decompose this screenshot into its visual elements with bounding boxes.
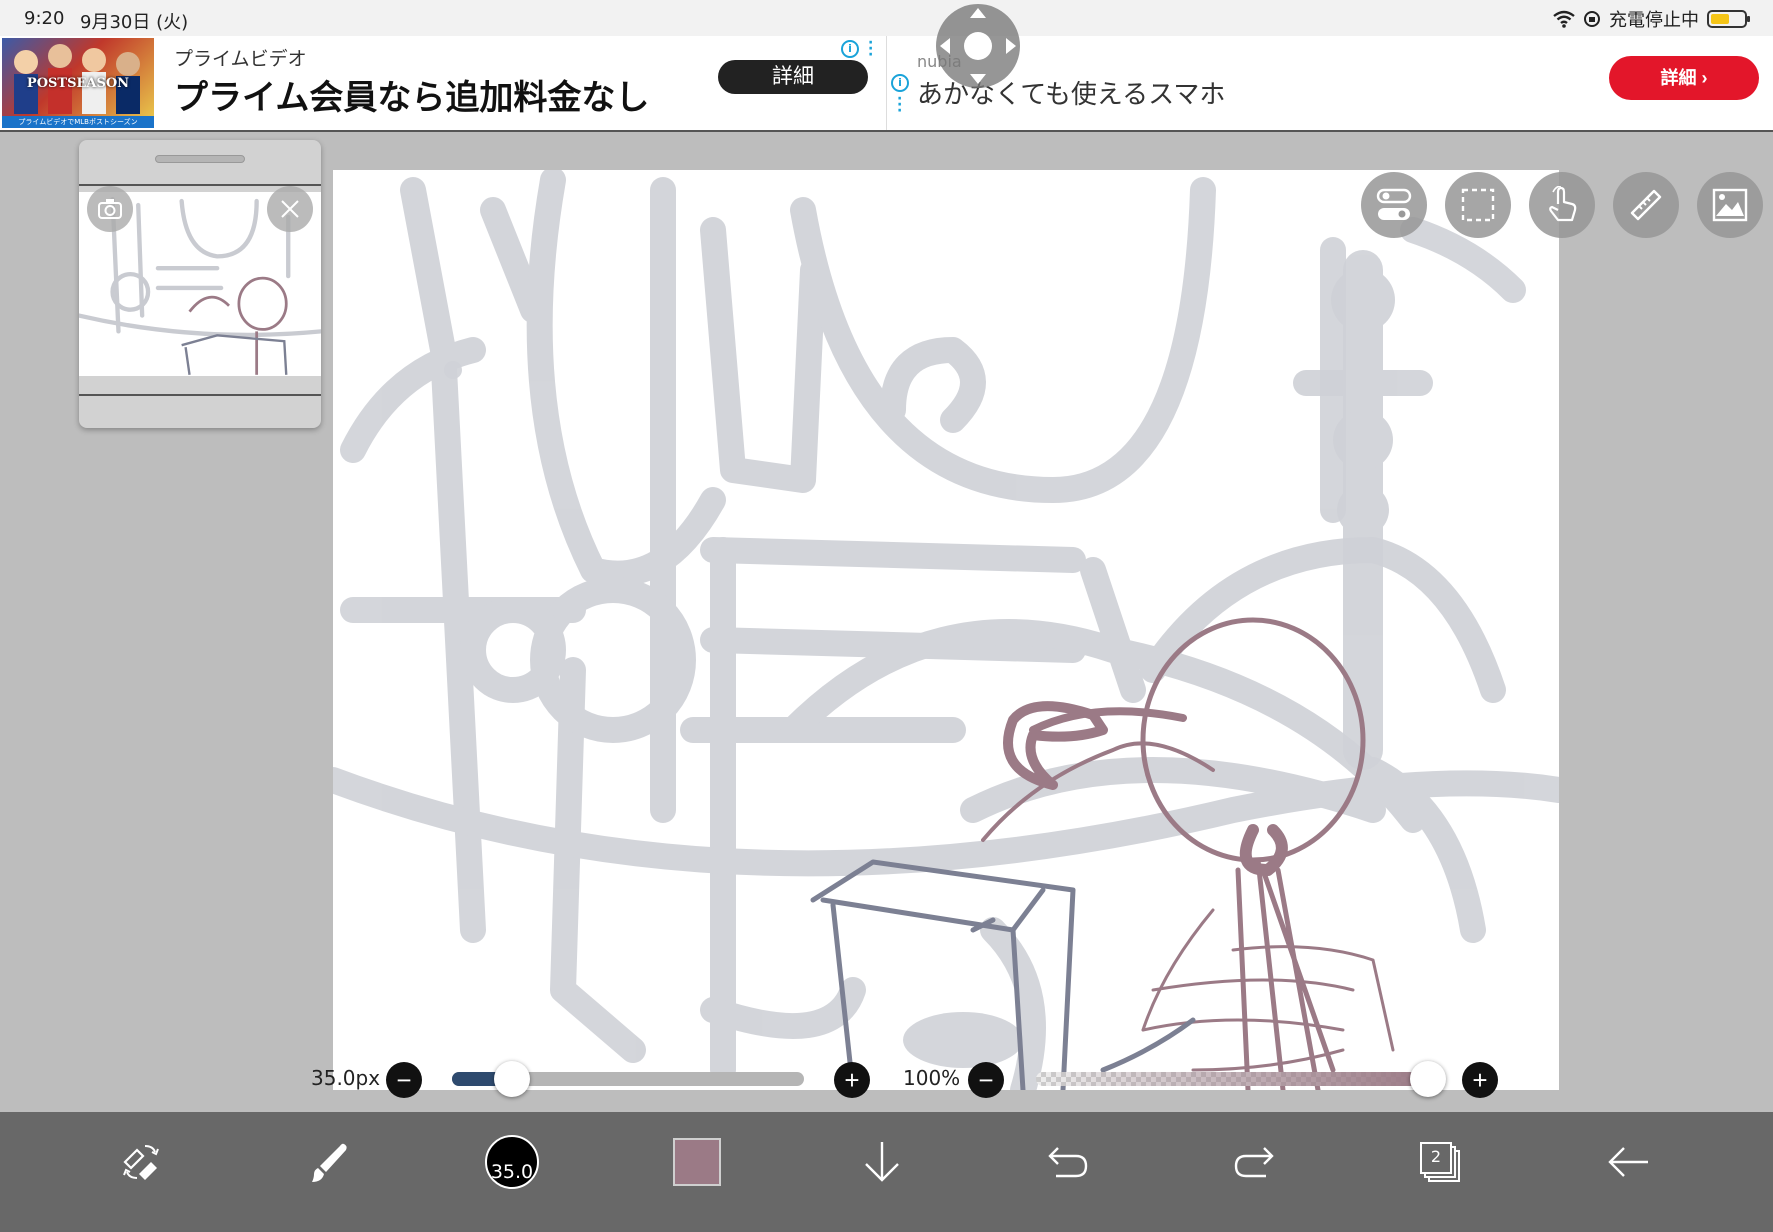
status-right: 充電停止中: [1553, 6, 1750, 32]
move-joystick-icon[interactable]: [936, 4, 1020, 88]
ad-banner[interactable]: POSTSEASON プライムビデオでMLBポストシーズン プライムビデオ プラ…: [0, 36, 1773, 132]
status-time: 9:20: [24, 8, 65, 29]
brush-size-indicator[interactable]: 35.0: [480, 1130, 544, 1194]
brush-size-indicator-label: 35.0: [490, 1161, 534, 1183]
color-swatch-button[interactable]: [665, 1130, 729, 1194]
ad-thumbnail[interactable]: POSTSEASON: [2, 38, 154, 116]
arrow-left-icon: [940, 38, 950, 54]
arrow-up-icon: [970, 8, 986, 18]
camera-icon[interactable]: [87, 186, 133, 232]
ad2-menu-icon[interactable]: · · ·: [897, 92, 902, 118]
ad2-info-icon[interactable]: i: [891, 74, 909, 92]
opacity-value: 100%: [903, 1066, 961, 1090]
brush-size-decrease-button[interactable]: −: [386, 1062, 422, 1098]
color-swatch: [673, 1138, 721, 1186]
image-icon[interactable]: [1697, 172, 1763, 238]
brush-size-knob[interactable]: [493, 1061, 530, 1097]
opacity-gradient: [1036, 1072, 1428, 1086]
undo-icon[interactable]: [1036, 1130, 1100, 1194]
brush-icon[interactable]: [296, 1130, 360, 1194]
divider: [79, 394, 321, 396]
joystick-hub: [964, 32, 992, 60]
selection-icon[interactable]: [1445, 172, 1511, 238]
toggle-icon[interactable]: [1361, 172, 1427, 238]
ad-sponsor: プライムビデオ: [174, 48, 307, 70]
bottom-toolbar: 35.0 2: [0, 1112, 1773, 1232]
brush-size-value: 35.0px: [311, 1066, 381, 1090]
status-date: 9月30日 (火): [80, 12, 189, 33]
wifi-icon: [1553, 10, 1575, 28]
layer-count: 2: [1430, 1147, 1442, 1166]
brush-size-increase-button[interactable]: +: [834, 1062, 870, 1098]
opacity-knob[interactable]: [1410, 1061, 1446, 1097]
swap-tool-icon[interactable]: [110, 1130, 174, 1194]
arrow-down-icon: [970, 74, 986, 84]
canvas-artwork: [333, 170, 1559, 1090]
touch-gesture-icon[interactable]: [1529, 172, 1595, 238]
charging-status: 充電停止中: [1609, 10, 1699, 31]
opacity-decrease-button[interactable]: −: [968, 1062, 1004, 1098]
arrow-down-icon[interactable]: [850, 1130, 914, 1194]
ad2-details-button[interactable]: 詳細 ›: [1609, 56, 1759, 100]
ad-menu-icon[interactable]: · · ·: [868, 36, 873, 62]
layer-preview-panel[interactable]: [79, 140, 321, 428]
ad-thumbnail-text: POSTSEASON: [26, 76, 130, 91]
battery-icon: [1707, 10, 1750, 28]
drawing-canvas[interactable]: [333, 170, 1559, 1090]
opacity-slider[interactable]: [1036, 1072, 1428, 1086]
orientation-lock-icon: [1584, 11, 1600, 27]
drag-handle[interactable]: [155, 155, 245, 163]
arrow-right-icon: [1006, 38, 1016, 54]
back-arrow-icon[interactable]: [1596, 1130, 1660, 1194]
ad-headline[interactable]: プライム会員なら追加料金なし: [174, 70, 649, 119]
opacity-increase-button[interactable]: +: [1462, 1062, 1498, 1098]
close-icon[interactable]: [267, 186, 313, 232]
redo-icon[interactable]: [1222, 1130, 1286, 1194]
ad-left[interactable]: POSTSEASON プライムビデオでMLBポストシーズン プライムビデオ プラ…: [0, 36, 884, 130]
layers-icon[interactable]: 2: [1408, 1130, 1472, 1194]
ad-details-button[interactable]: 詳細: [718, 60, 868, 94]
ruler-icon[interactable]: [1613, 172, 1679, 238]
ad-thumbnail-caption: プライムビデオでMLBポストシーズン: [2, 116, 154, 128]
status-bar: 9:20 9月30日 (火) 充電停止中: [0, 0, 1773, 36]
ad-info-icon[interactable]: i: [841, 40, 859, 58]
